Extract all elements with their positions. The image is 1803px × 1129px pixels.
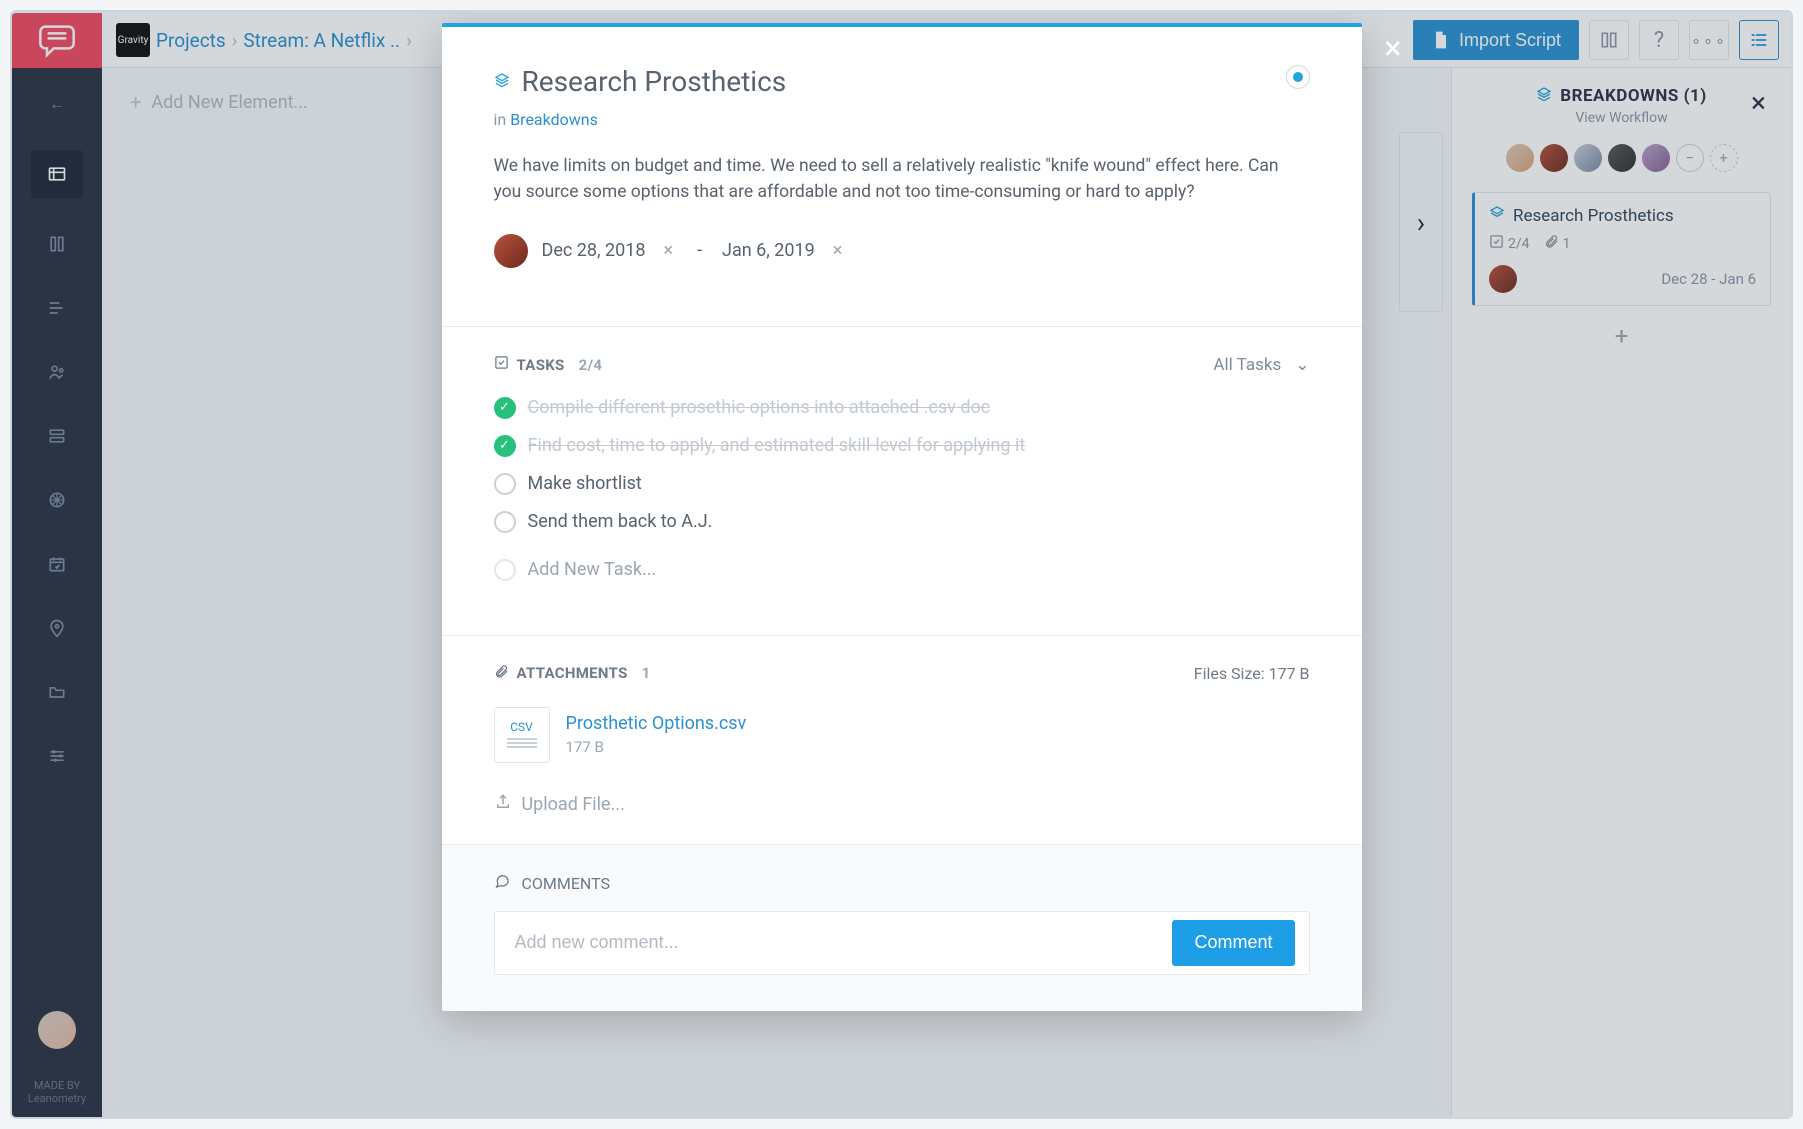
task-checkbox[interactable]: ✓ bbox=[494, 397, 516, 419]
task-checkbox[interactable] bbox=[494, 473, 516, 495]
file-size: 177 B bbox=[566, 738, 747, 756]
task-row[interactable]: ✓ Compile different prosethic options in… bbox=[494, 389, 1310, 427]
comment-icon bbox=[494, 874, 514, 893]
breakdowns-link[interactable]: Breakdowns bbox=[510, 110, 598, 129]
task-checkbox[interactable]: ✓ bbox=[494, 435, 516, 457]
task-label: Find cost, time to apply, and estimated … bbox=[528, 435, 1026, 456]
task-checkbox[interactable] bbox=[494, 511, 516, 533]
attachments-count: 1 bbox=[642, 664, 651, 682]
task-row[interactable]: ✓ Find cost, time to apply, and estimate… bbox=[494, 427, 1310, 465]
comment-submit-button[interactable]: Comment bbox=[1172, 920, 1294, 966]
start-date[interactable]: Dec 28, 2018 bbox=[542, 240, 646, 261]
comments-title: COMMENTS bbox=[521, 874, 610, 893]
tasks-filter-dropdown[interactable]: All Tasks ⌄ bbox=[1213, 355, 1309, 375]
attachment-item[interactable]: CSV Prosthetic Options.csv 177 B bbox=[494, 707, 1310, 763]
tasks-title: TASKS bbox=[517, 356, 565, 374]
modal-description: We have limits on budget and time. We ne… bbox=[494, 153, 1310, 206]
chevron-down-icon: ⌄ bbox=[1295, 355, 1309, 375]
file-name[interactable]: Prosthetic Options.csv bbox=[566, 713, 747, 734]
date-separator: - bbox=[697, 240, 702, 261]
end-date[interactable]: Jan 6, 2019 bbox=[722, 240, 815, 261]
clear-end-date[interactable]: × bbox=[829, 240, 847, 261]
files-size-label: Files Size: 177 B bbox=[1194, 664, 1310, 683]
file-thumbnail: CSV bbox=[494, 707, 550, 763]
task-list: ✓ Compile different prosethic options in… bbox=[442, 389, 1362, 551]
empty-checkbox-icon bbox=[494, 559, 516, 581]
task-detail-modal: Research Prosthetics in Breakdowns We ha… bbox=[442, 23, 1362, 1011]
modal-location: in Breakdowns bbox=[494, 110, 1310, 129]
task-label: Send them back to A.J. bbox=[528, 511, 713, 532]
upload-file-button[interactable]: Upload File... bbox=[442, 775, 1362, 844]
task-row[interactable]: Make shortlist bbox=[494, 465, 1310, 503]
status-indicator[interactable] bbox=[1286, 65, 1310, 89]
paperclip-icon bbox=[494, 664, 509, 683]
comment-input[interactable] bbox=[515, 932, 1173, 953]
task-label: Make shortlist bbox=[528, 473, 642, 494]
checkbox-icon bbox=[494, 355, 509, 374]
tasks-count: 2/4 bbox=[579, 356, 603, 374]
close-modal-button[interactable]: × bbox=[1384, 29, 1401, 67]
task-label: Compile different prosethic options into… bbox=[528, 397, 991, 418]
upload-icon bbox=[494, 793, 512, 816]
owner-avatar[interactable] bbox=[494, 234, 528, 268]
attachments-title: ATTACHMENTS bbox=[517, 664, 628, 682]
add-task-button[interactable]: Add New Task... bbox=[442, 551, 1362, 601]
comment-box: Comment bbox=[494, 911, 1310, 975]
layers-icon bbox=[494, 72, 510, 92]
task-row[interactable]: Send them back to A.J. bbox=[494, 503, 1310, 541]
modal-title: Research Prosthetics bbox=[522, 65, 787, 98]
clear-start-date[interactable]: × bbox=[659, 240, 677, 261]
